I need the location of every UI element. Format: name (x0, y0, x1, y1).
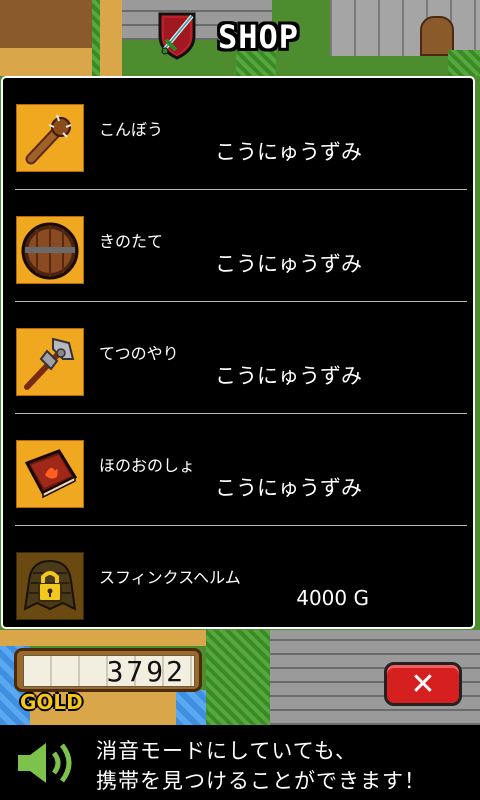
item-name: きのたて (99, 232, 164, 251)
item-icon-box (16, 216, 84, 284)
gold-counter: 3792 (14, 648, 202, 692)
close-button[interactable]: ✕ (384, 662, 462, 706)
gold-counter-display: 3792 (23, 655, 195, 688)
shop-title: SHOP (218, 18, 300, 56)
shop-item[interactable]: てつのやり こうにゅうずみ (3, 302, 473, 414)
ad-text-line2: 携帯を見つけることができます！ (96, 769, 426, 793)
gold-label: GOLD (20, 690, 83, 714)
item-price: 4000 G (296, 586, 369, 610)
club-icon (25, 114, 72, 165)
shop-header: SHOP (0, 0, 480, 72)
shop-item[interactable]: ほのおのしょ こうにゅうずみ (3, 414, 473, 526)
shop-item-list[interactable]: こんぼう こうにゅうずみ きのたて こうにゅうずみ てつのやり こうにゅうずみ … (1, 76, 475, 629)
locked-helm-icon (23, 559, 77, 611)
item-icon-box (16, 104, 84, 172)
gold-amount: 3792 (106, 655, 186, 688)
close-icon: ✕ (410, 667, 436, 702)
wooden-shield-icon (21, 222, 79, 280)
item-icon-box (16, 328, 84, 396)
item-name: ほのおのしょ (99, 456, 196, 475)
item-icon-box (16, 440, 84, 508)
item-purchased-status: こうにゅうずみ (215, 364, 362, 388)
item-purchased-status: こうにゅうずみ (215, 252, 362, 276)
item-purchased-status: こうにゅうずみ (215, 140, 362, 164)
shield-sword-icon (158, 12, 196, 60)
iron-spear-icon (24, 337, 75, 390)
item-name: てつのやり (99, 344, 179, 363)
item-purchased-status: こうにゅうずみ (215, 476, 362, 500)
item-icon-box (16, 552, 84, 620)
speaker-icon (18, 743, 72, 783)
ad-text-line1: 消音モードにしていても、 (96, 739, 358, 763)
fire-book-icon (24, 449, 78, 499)
item-name: こんぼう (99, 120, 164, 139)
item-name: スフィンクスヘルム (99, 568, 241, 587)
ad-banner[interactable]: 消音モードにしていても、 携帯を見つけることができます！ (0, 725, 480, 800)
shop-item[interactable]: こんぼう こうにゅうずみ (3, 78, 473, 190)
shop-item[interactable]: スフィンクスヘルム 4000 G (3, 526, 473, 638)
shop-item[interactable]: きのたて こうにゅうずみ (3, 190, 473, 302)
